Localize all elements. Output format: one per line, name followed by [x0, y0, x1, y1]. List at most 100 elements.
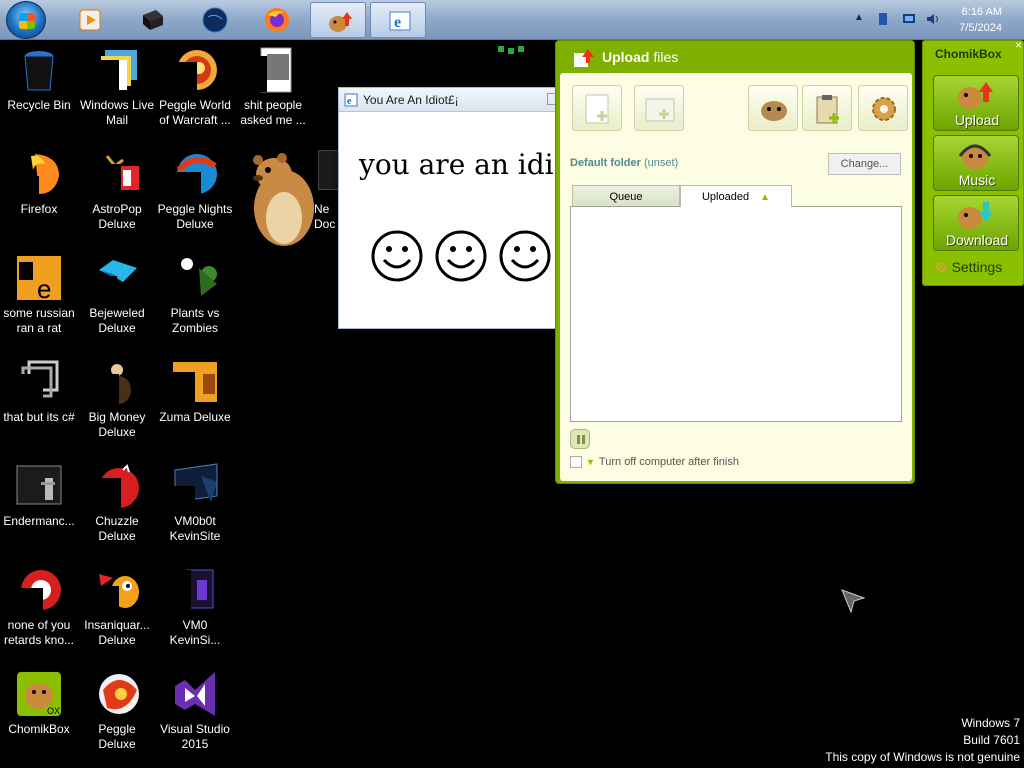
chomik-button[interactable] — [748, 85, 798, 131]
window-titlebar[interactable]: e You Are An Idiot£¡ — [339, 88, 557, 112]
sort-arrow-icon: ▲ — [760, 192, 771, 203]
change-folder-button[interactable]: Change... — [828, 153, 901, 175]
desktop-icon-label: shit people asked me ... — [240, 98, 306, 127]
desktop-icon-label: some russian ran a rat — [3, 306, 75, 335]
clock[interactable]: 6:16 AM 7/5/2024 — [959, 4, 1002, 36]
desktop-icon-none-of-you[interactable]: none of you retards kno... — [0, 566, 78, 666]
tab-queue[interactable]: Queue — [572, 185, 680, 207]
desktop-icon-label: Peggle Nights Deluxe — [157, 202, 233, 231]
add-folder-button[interactable] — [634, 85, 684, 131]
globe-icon — [202, 7, 228, 33]
desktop-icon-astropop[interactable]: AstroPop Deluxe — [78, 150, 156, 250]
desktop-icon-chomikbox[interactable]: OX ChomikBox — [0, 670, 78, 768]
chomikbox-download-button[interactable]: Download — [933, 195, 1019, 251]
show-hidden-icons-chevron-icon[interactable]: ▲ — [854, 12, 864, 23]
taskbar-dark-app[interactable] — [124, 2, 180, 38]
peggle-nights-icon — [173, 154, 217, 198]
hamster-music-icon — [958, 144, 992, 169]
desktop-icon-endermanch[interactable]: Endermanc... — [0, 462, 78, 562]
tab-uploaded[interactable]: Uploaded ▲ — [680, 185, 792, 207]
astropop-icon — [95, 155, 139, 194]
dark-app-icon — [143, 10, 163, 30]
desktop-icon-label: AstroPop Deluxe — [92, 202, 142, 231]
vm-file-icon — [173, 569, 214, 614]
desktop-icon-label: Big Money Deluxe — [88, 410, 146, 439]
desktop-icon-insaniquarium[interactable]: Insaniquar... Deluxe — [78, 566, 156, 666]
dropdown-arrow-icon: ▼ — [586, 457, 595, 467]
clipboard-icon — [816, 95, 839, 124]
add-folder-icon — [645, 98, 675, 122]
desktop-icon-label: that but its c# — [3, 410, 75, 424]
clipboard-button[interactable] — [802, 85, 852, 131]
close-icon[interactable]: × — [1015, 38, 1022, 52]
taskbar-firefox[interactable] — [248, 2, 304, 38]
usb-icon[interactable] — [876, 12, 890, 26]
uploaded-files-list[interactable] — [570, 206, 902, 422]
smiley-face-icon — [499, 230, 551, 282]
big-money-icon — [103, 364, 131, 406]
gear-icon: ⚙ — [935, 259, 948, 275]
chomikbox-title: ChomikBox — [935, 47, 1002, 61]
internet-explorer-icon: e — [344, 93, 358, 107]
settings-label: Settings — [951, 259, 1003, 275]
monitor-icon[interactable] — [902, 12, 916, 26]
turn-off-option[interactable]: ▼ Turn off computer after finish — [570, 456, 739, 469]
insaniquarium-icon — [95, 574, 139, 614]
add-files-button[interactable] — [572, 85, 622, 131]
desktop-icon-pvz[interactable]: Plants vs Zombies — [156, 254, 234, 354]
desktop-icon-label: Endermanc... — [3, 514, 75, 528]
upload-settings-button[interactable] — [858, 85, 908, 131]
pause-button[interactable] — [570, 429, 590, 449]
taskbar-internet-explorer[interactable]: e — [370, 2, 426, 38]
svg-text:e: e — [37, 274, 51, 302]
desktop-icon-peggle-deluxe[interactable]: Peggle Deluxe — [78, 670, 156, 768]
desktop-icon-shit-people[interactable]: shit people asked me ... — [234, 46, 312, 146]
desktop-icon-visual-studio[interactable]: Visual Studio 2015 — [156, 670, 234, 768]
desktop-icon-label: Recycle Bin — [7, 98, 71, 112]
taskbar-chomikbox[interactable] — [310, 2, 366, 38]
desktop-icon-recycle-bin[interactable]: Recycle Bin — [0, 46, 78, 146]
desktop-icon-label: Bejeweled Deluxe — [89, 306, 145, 335]
desktop-icon-label: Chuzzle Deluxe — [95, 514, 139, 543]
shortcut-icon — [15, 360, 59, 406]
desktop-icon-label: VM0b0t KevinSite — [169, 514, 221, 543]
pvz-icon — [173, 258, 217, 302]
recycle-bin-icon — [24, 51, 54, 91]
desktop-icon-some-russian[interactable]: e some russian ran a rat — [0, 254, 78, 354]
turn-off-label: Turn off computer after finish — [598, 456, 739, 468]
decoration-shape — [498, 46, 524, 54]
desktop-icon-vm0-kevinsite[interactable]: VM0 KevinSi... — [156, 566, 234, 666]
taskbar-globe[interactable] — [186, 2, 242, 38]
gear-icon — [872, 97, 896, 121]
desktop-icon-peggle-wow[interactable]: Peggle World of Warcraft ... — [156, 46, 234, 146]
chomikbox-music-button[interactable]: Music — [933, 135, 1019, 191]
chomikbox-settings-button[interactable]: ⚙ Settings — [935, 259, 1002, 276]
desktop-icon-vm0b0t[interactable]: VM0b0t KevinSite — [156, 462, 234, 562]
idiot-window[interactable]: e You Are An Idiot£¡ you are an idiot — [338, 87, 582, 329]
default-folder: Default folder (unset) — [570, 157, 678, 169]
desktop-icon-label: Insaniquar... Deluxe — [84, 618, 150, 647]
add-file-icon — [585, 94, 609, 124]
hamster-icon — [761, 101, 787, 121]
desktop-icon-big-money[interactable]: Big Money Deluxe — [78, 358, 156, 458]
desktop-icon-windows-live-mail[interactable]: Windows Live Mail — [78, 46, 156, 146]
chomikbox-upload-panel[interactable]: Upload files Default folder (unset) Chan… — [555, 40, 915, 484]
volume-icon[interactable] — [926, 12, 940, 26]
desktop-icon-firefox[interactable]: Firefox — [0, 150, 78, 250]
watermark-line-2: Build 7601 — [963, 733, 1020, 747]
folder-icon — [251, 47, 292, 93]
start-button[interactable] — [6, 1, 46, 39]
taskbar-media-player[interactable] — [62, 2, 118, 38]
turn-off-checkbox[interactable] — [570, 456, 582, 469]
document-icon: e — [17, 256, 61, 302]
hamster-upload-icon — [958, 82, 993, 109]
desktop-icon-zuma[interactable]: Zuma Deluxe — [156, 358, 234, 458]
desktop-icon-bejeweled[interactable]: Bejeweled Deluxe — [78, 254, 156, 354]
desktop-icon-peggle-nights[interactable]: Peggle Nights Deluxe — [156, 150, 234, 250]
default-folder-label: Default folder — [570, 157, 641, 169]
watermark-line-1: Windows 7 — [961, 716, 1020, 730]
desktop-icon-chuzzle[interactable]: Chuzzle Deluxe — [78, 462, 156, 562]
hamster-desktop-pet[interactable] — [244, 148, 318, 250]
chomikbox-upload-button[interactable]: Upload — [933, 75, 1019, 131]
desktop-icon-that-but-its-c[interactable]: that but its c# — [0, 358, 78, 458]
